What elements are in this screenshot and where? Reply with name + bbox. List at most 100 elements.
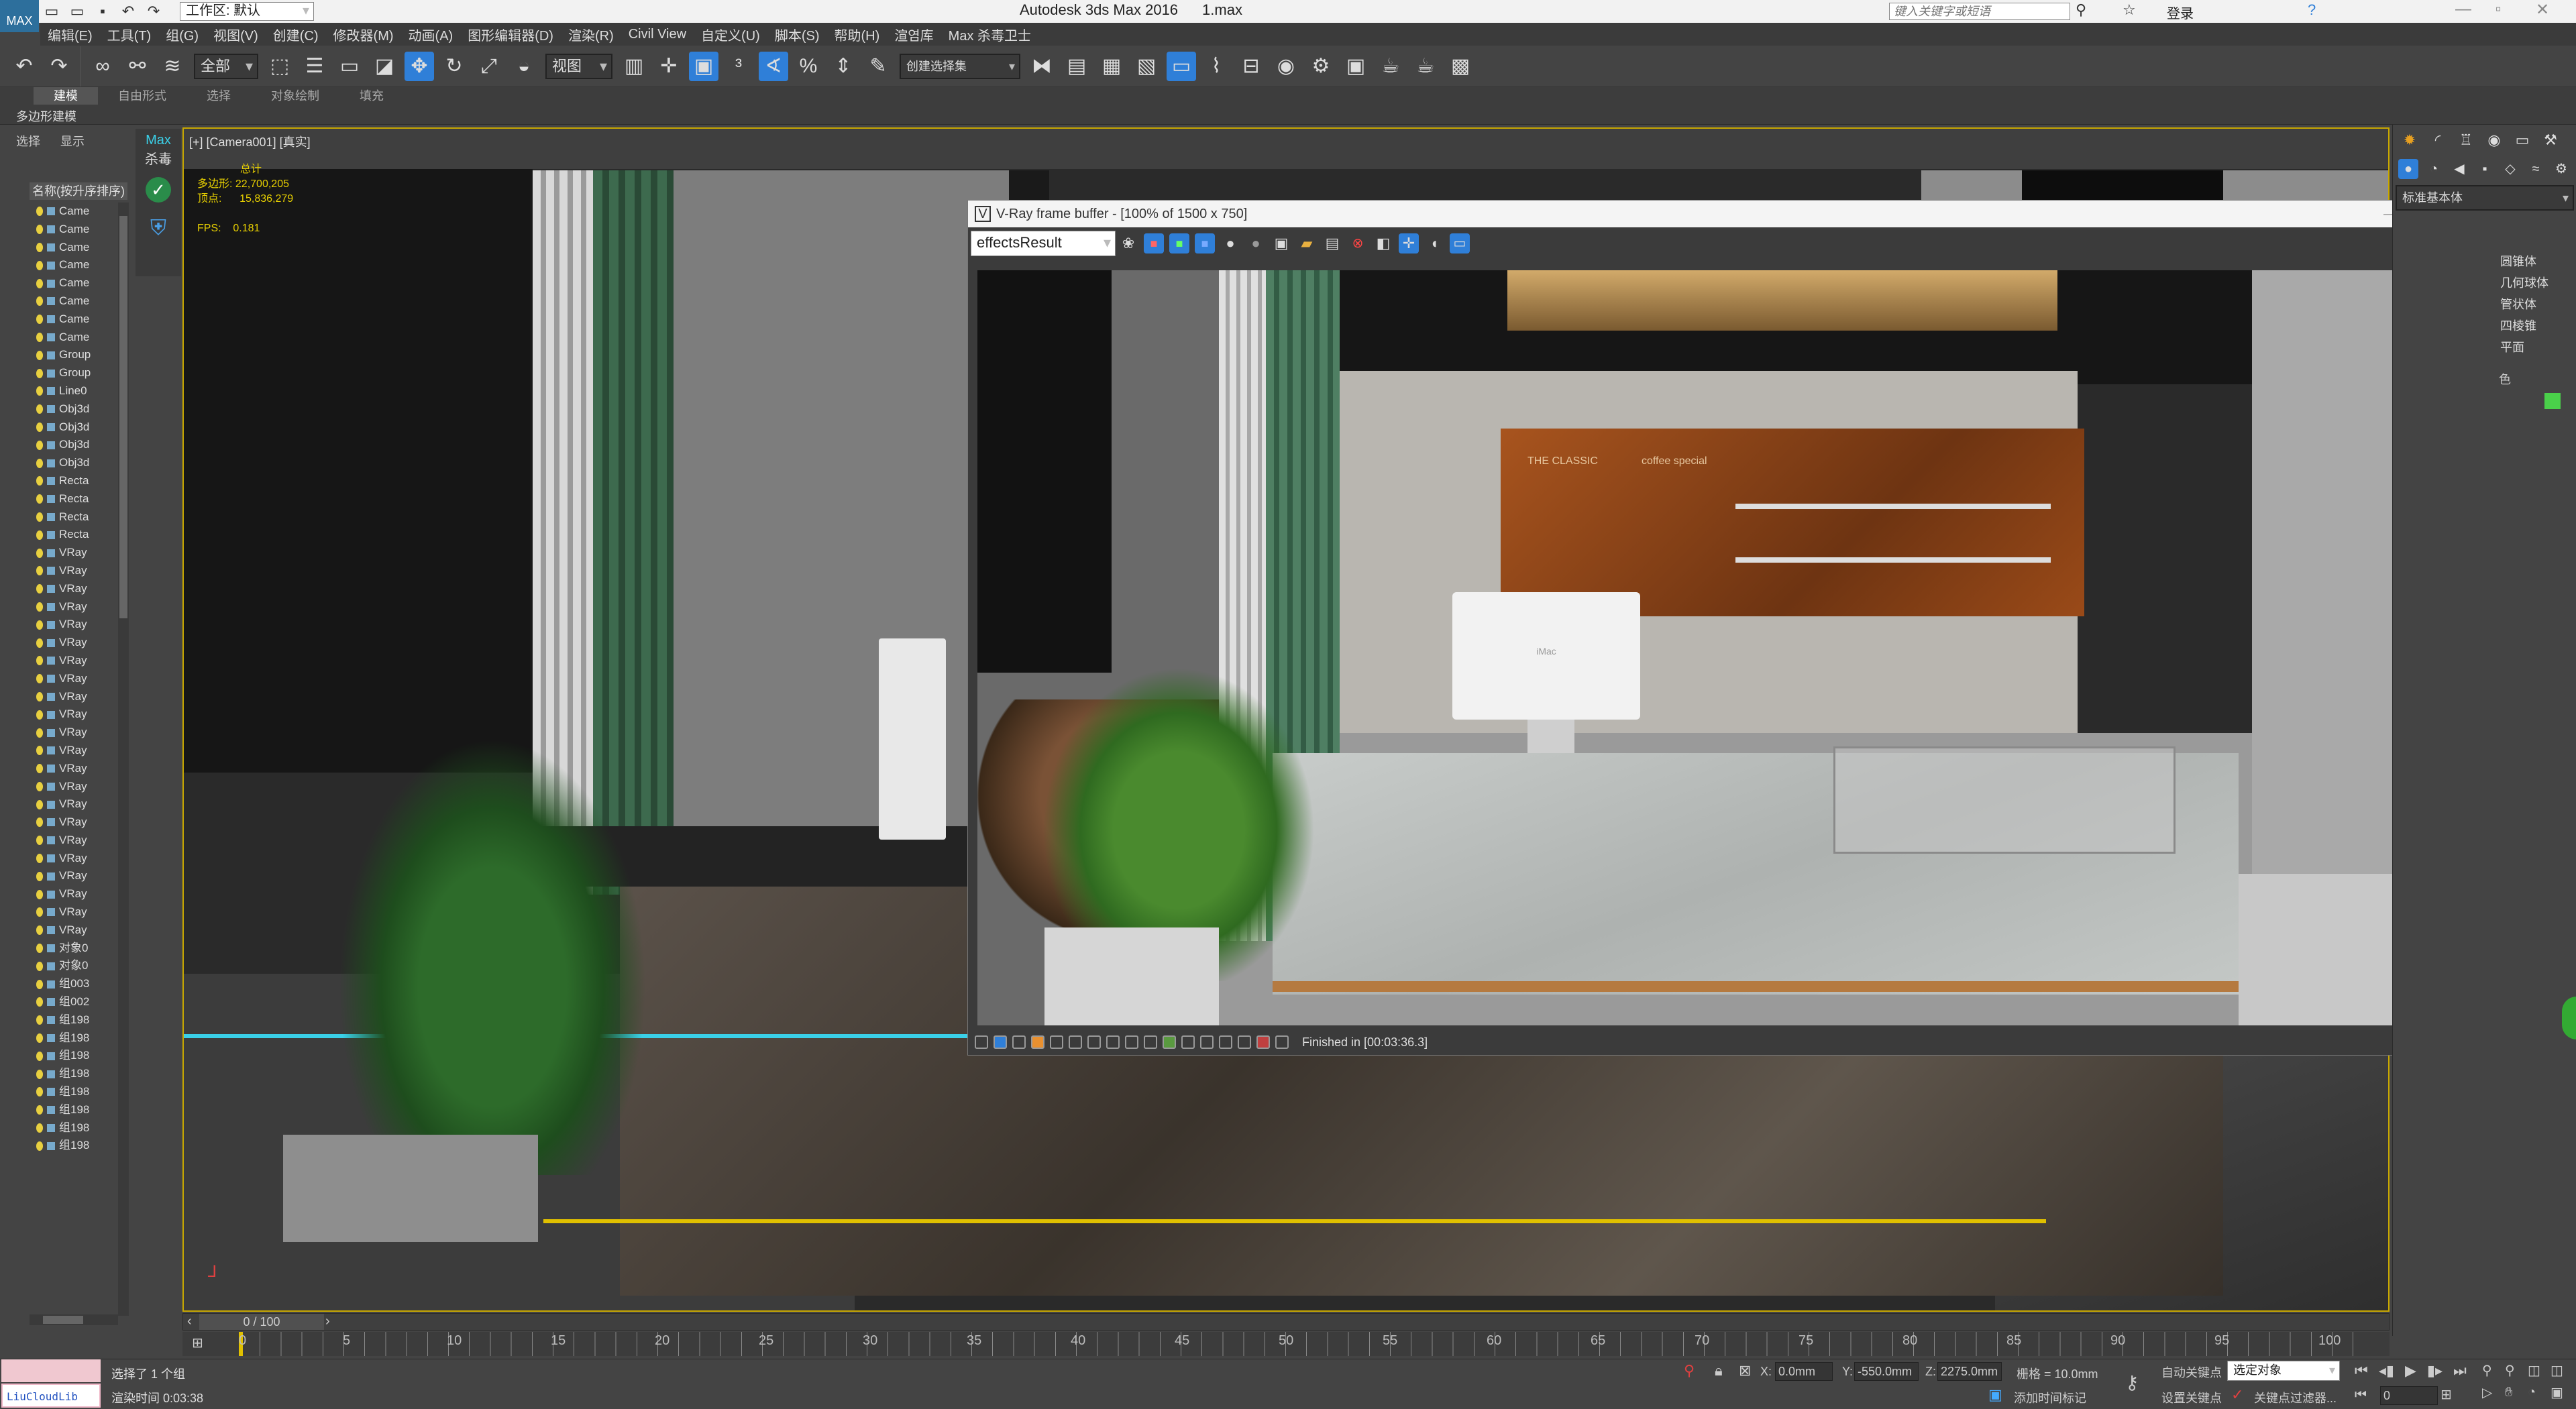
vfb-link-icon[interactable]: ◖ [1424, 233, 1444, 253]
time-next-icon[interactable]: › [325, 1314, 330, 1329]
vfb-copy-icon[interactable]: ▤ [1322, 233, 1342, 253]
select-by-name-icon[interactable]: ☰ [300, 52, 329, 81]
maximize-icon[interactable]: ▫ [2496, 0, 2502, 19]
explorer-row[interactable]: VRay [30, 850, 118, 868]
visibility-bulb-icon[interactable] [36, 1033, 43, 1044]
explorer-row[interactable]: Came [30, 274, 118, 292]
utilities-tab-icon[interactable]: ⚒ [2539, 129, 2562, 152]
vfb-green-channel-icon[interactable]: ■ [1169, 233, 1189, 253]
cameras-icon[interactable]: ▪ [2475, 159, 2495, 179]
visibility-bulb-icon[interactable] [36, 350, 43, 360]
explorer-row[interactable]: Came [30, 239, 118, 257]
zoom-extents-all-icon[interactable]: ◫ [2551, 1362, 2573, 1379]
select-manipulate-icon[interactable]: ✛ [654, 52, 684, 81]
explorer-row[interactable]: VRay [30, 652, 118, 670]
time-prev-icon[interactable]: ‹ [187, 1314, 192, 1329]
pivot-center-icon[interactable]: ▥ [619, 52, 649, 81]
menu-item[interactable]: 渲染(R) [568, 25, 614, 44]
explorer-row[interactable]: VRay [30, 742, 118, 760]
visibility-bulb-icon[interactable] [36, 871, 43, 881]
vfb-alpha-icon[interactable]: ● [1220, 233, 1240, 253]
pan-icon[interactable]: ✋︎ [2505, 1385, 2528, 1400]
vfb-save-icon[interactable]: ▣ [1271, 233, 1291, 253]
visibility-bulb-icon[interactable] [36, 584, 43, 594]
percent-snap-icon[interactable]: % [794, 52, 823, 81]
panel-scroll-handle[interactable] [2562, 997, 2576, 1039]
rect-region-icon[interactable]: ▭ [335, 52, 364, 81]
explorer-row[interactable]: Recta [30, 508, 118, 526]
minimize-icon[interactable]: — [2455, 0, 2471, 19]
visibility-bulb-icon[interactable] [36, 242, 43, 252]
explorer-row[interactable]: 组002 [30, 993, 118, 1011]
spinner-snap-icon[interactable]: ⇕ [828, 52, 858, 81]
vfb-compare-icon[interactable] [1181, 1035, 1195, 1049]
vfb-exposure-icon[interactable] [1012, 1035, 1026, 1049]
vfb-channel-select[interactable]: effectsResult [971, 231, 1116, 256]
vfb-track-mouse-icon[interactable]: ✛ [1399, 233, 1419, 253]
explorer-row[interactable]: VRay [30, 903, 118, 921]
undo-small-icon[interactable]: ↶ [118, 1, 138, 21]
vfb-red-channel-icon[interactable]: ■ [1144, 233, 1164, 253]
antivirus-shield-icon[interactable]: ⛨ [146, 215, 171, 240]
vfb-v-icon[interactable] [1238, 1035, 1251, 1049]
render-production-icon[interactable]: ☕ [1376, 52, 1405, 81]
explorer-row[interactable]: 组198 [30, 1065, 118, 1083]
object-type-button[interactable]: 几何球体 [2500, 272, 2576, 294]
zoom-all-icon[interactable]: ⚲ [2505, 1362, 2528, 1379]
visibility-bulb-icon[interactable] [36, 566, 43, 576]
redo-icon[interactable]: ↷ [44, 52, 74, 81]
vfb-lut-icon[interactable] [1087, 1035, 1101, 1049]
explorer-row[interactable]: VRay [30, 706, 118, 724]
scene-explorer-icon[interactable]: ▧ [1132, 52, 1161, 81]
vfb-render-image[interactable]: THE CLASSIC coffee special iMac [977, 270, 2489, 1025]
select-object-icon[interactable]: ⬚ [265, 52, 294, 81]
visibility-bulb-icon[interactable] [36, 1069, 43, 1079]
menu-item[interactable]: 创建(C) [273, 25, 319, 44]
explorer-row[interactable]: Obj3d [30, 418, 118, 437]
orbit-icon[interactable]: ◔ [2528, 1385, 2551, 1400]
visibility-bulb-icon[interactable] [36, 746, 43, 756]
add-time-tag[interactable]: 添加时间标记 [2014, 1389, 2086, 1406]
visibility-bulb-icon[interactable] [36, 278, 43, 288]
link-icon[interactable]: ∞ [88, 52, 117, 81]
close-icon[interactable]: ✕ [2536, 0, 2549, 19]
track-bar[interactable]: ⊞ 0 5 10 15 20 25 30 35 40 45 50 55 60 65 70 75 80 85 90 95… [182, 1332, 2390, 1356]
explorer-row[interactable]: 组198 [30, 1137, 118, 1155]
align-icon[interactable]: ▤ [1062, 52, 1091, 81]
menu-item[interactable]: 编辑(E) [48, 25, 93, 44]
selection-lock-icon[interactable]: 🔒︎ [1715, 1362, 1723, 1379]
login-link[interactable]: 登录 [2167, 3, 2194, 22]
visibility-bulb-icon[interactable] [36, 315, 43, 325]
vfb-show-corrections-icon[interactable]: ▭ [1450, 233, 1470, 253]
explorer-row[interactable]: Came [30, 203, 118, 221]
explorer-scrollbar[interactable] [118, 203, 129, 1316]
visibility-bulb-icon[interactable] [36, 907, 43, 917]
material-editor-icon[interactable]: ◉ [1271, 52, 1301, 81]
visibility-bulb-icon[interactable] [36, 799, 43, 809]
reference-coord-select[interactable]: 视图 [545, 53, 612, 79]
visibility-bulb-icon[interactable] [36, 260, 43, 270]
visibility-bulb-icon[interactable] [36, 961, 43, 971]
z-coord-field[interactable]: 2275.0mm [1937, 1362, 2002, 1381]
bind-spacewarp-icon[interactable]: ≋ [158, 52, 187, 81]
modify-tab-icon[interactable]: ◜ [2426, 129, 2449, 152]
time-tag-icon[interactable]: ▣ [1988, 1386, 2002, 1404]
explorer-row[interactable]: 组198 [30, 1119, 118, 1137]
explorer-row[interactable]: VRay [30, 832, 118, 850]
ribbon-tab[interactable]: 建模 [34, 87, 98, 105]
visibility-bulb-icon[interactable] [36, 296, 43, 306]
named-selection-set-select[interactable]: 创建选择集 [900, 53, 1020, 79]
time-slider-thumb[interactable]: 0 / 100 [199, 1314, 324, 1330]
visibility-bulb-icon[interactable] [36, 728, 43, 738]
systems-icon[interactable]: ⚙ [2551, 159, 2571, 179]
vfb-stamp-icon[interactable] [1275, 1035, 1289, 1049]
filter-curve-icon[interactable]: ⊞ [192, 1335, 203, 1351]
layer-manager-icon[interactable]: ▦ [1097, 52, 1126, 81]
unlink-icon[interactable]: ⚯ [123, 52, 152, 81]
ribbon-tab[interactable]: 填充 [339, 87, 404, 105]
x-coord-field[interactable]: 0.0mm [1775, 1362, 1833, 1381]
window-crossing-icon[interactable]: ◪ [370, 52, 399, 81]
current-frame-field[interactable]: 0 [2380, 1386, 2438, 1405]
explorer-row[interactable]: VRay [30, 580, 118, 598]
explorer-row[interactable]: VRay [30, 544, 118, 562]
